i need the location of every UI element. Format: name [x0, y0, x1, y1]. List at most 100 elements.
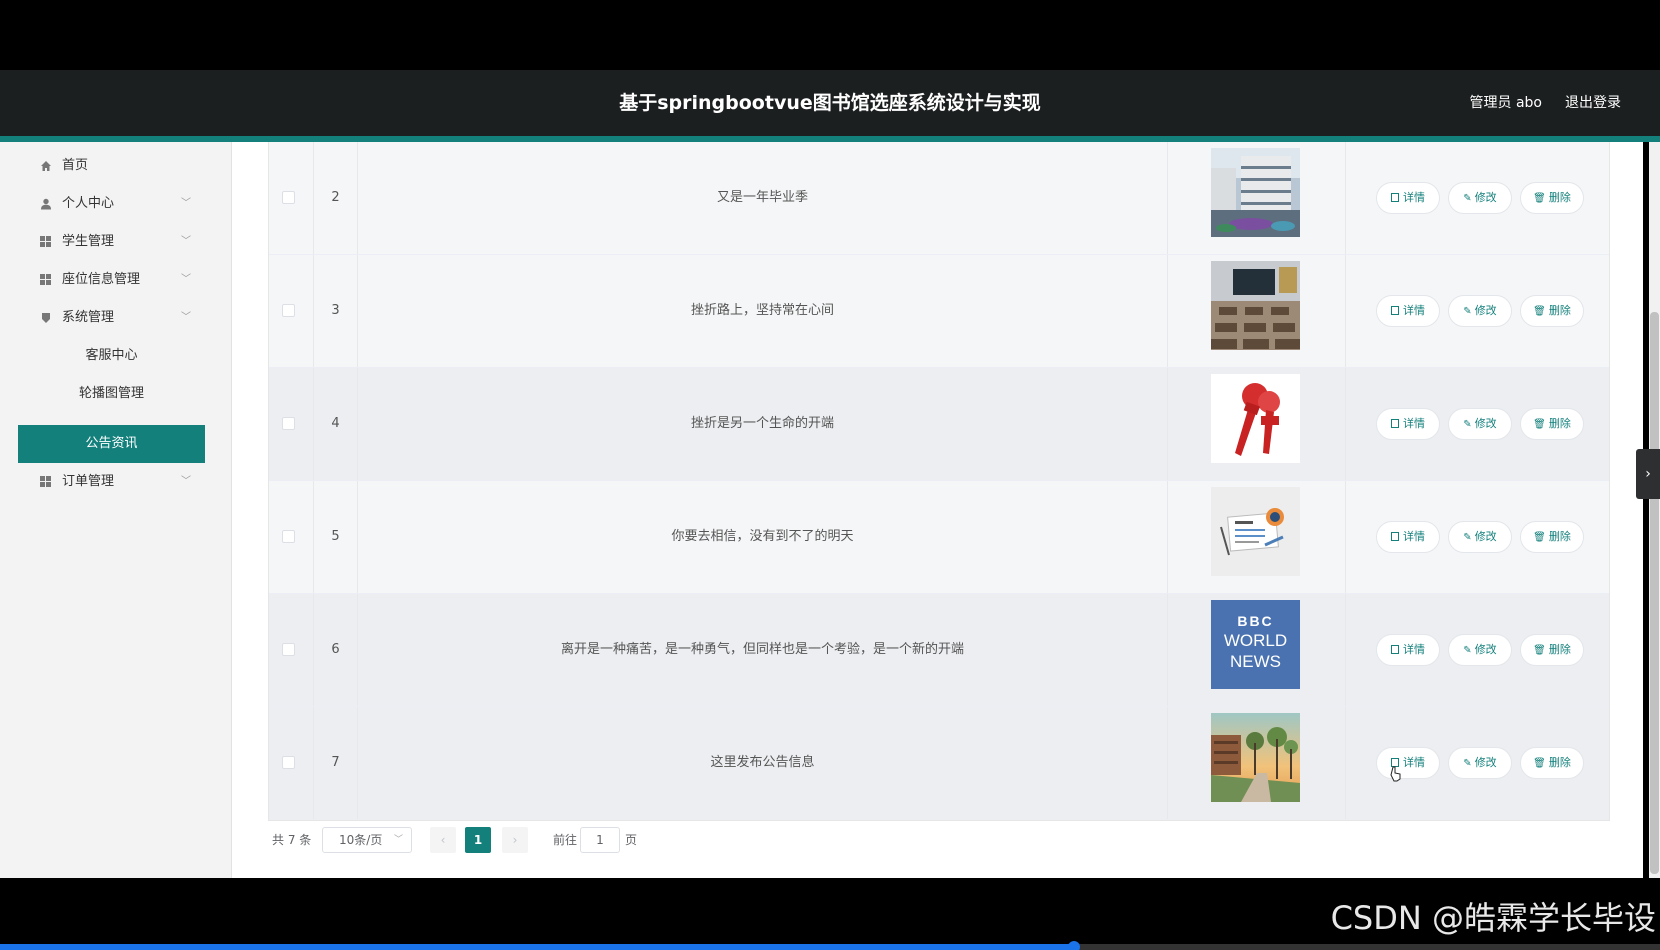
edit-button[interactable]: ✎ 修改: [1448, 295, 1512, 327]
detail-button[interactable]: 详情: [1376, 408, 1440, 440]
row-checkbox-cell: [269, 142, 314, 254]
scrollbar-thumb[interactable]: [1650, 312, 1659, 874]
page-size-value: 10条/页: [339, 833, 383, 847]
mouse-pointer-icon: [1390, 766, 1402, 782]
side-panel-toggle[interactable]: ›: [1636, 449, 1660, 499]
row-checkbox[interactable]: [282, 756, 295, 769]
classroom-image: [1211, 261, 1300, 350]
delete-button[interactable]: 🗑 删除: [1520, 408, 1584, 440]
main-content: 2 又是一年毕业季 详情 ✎ 修改 🗑 删除 3 挫折路上，坚持常在心间 详情 …: [232, 142, 1643, 878]
detail-button[interactable]: 详情: [1376, 182, 1440, 214]
goto-page-input[interactable]: [580, 827, 620, 853]
row-title: 你要去相信，没有到不了的明天: [358, 481, 1168, 593]
submenu-item-customer-service[interactable]: 客服中心: [18, 337, 205, 375]
screen: 基于springbootvue图书馆选座系统设计与实现 管理员 abo 退出登录…: [0, 0, 1660, 950]
edit-label: 修改: [1474, 191, 1497, 204]
grid-icon: [40, 476, 52, 488]
submenu-item-carousel[interactable]: 轮播图管理: [18, 375, 205, 413]
submenu-item-announcements[interactable]: 公告资讯: [18, 425, 205, 463]
row-checkbox[interactable]: [282, 530, 295, 543]
edit-button[interactable]: ✎ 修改: [1448, 408, 1512, 440]
sidebar-item-seat-management[interactable]: 座位信息管理 ﹀: [18, 261, 205, 299]
bbc-logo-text: BBC: [1237, 613, 1274, 629]
news-logo-text: NEWS: [1230, 652, 1281, 671]
detail-button[interactable]: 详情: [1376, 521, 1440, 553]
video-progress-knob[interactable]: [1068, 941, 1081, 950]
grid-icon: [40, 236, 52, 248]
detail-button[interactable]: 详情: [1376, 295, 1440, 327]
detail-label: 详情: [1403, 756, 1425, 769]
sidebar-item-student-management[interactable]: 学生管理 ﹀: [18, 223, 205, 261]
delete-button[interactable]: 🗑 删除: [1520, 182, 1584, 214]
sidebar-item-personal-center[interactable]: 个人中心 ﹀: [18, 185, 205, 223]
detail-label: 详情: [1403, 304, 1425, 317]
world-logo-text: WORLD: [1223, 631, 1288, 650]
chevron-left-icon: ‹: [440, 833, 446, 847]
row-actions: 详情 ✎ 修改 🗑 删除: [1346, 594, 1609, 706]
video-progress-bar[interactable]: [0, 941, 1660, 950]
app-header: 基于springbootvue图书馆选座系统设计与实现 管理员 abo 退出登录: [0, 70, 1660, 136]
row-actions: 详情 ✎ 修改 🗑 删除: [1346, 142, 1609, 254]
prev-page-button[interactable]: ‹: [430, 827, 456, 853]
row-image-cell: [1168, 368, 1346, 480]
row-checkbox[interactable]: [282, 643, 295, 656]
edit-button[interactable]: ✎ 修改: [1448, 521, 1512, 553]
delete-button[interactable]: 🗑 删除: [1520, 634, 1584, 666]
row-index: 4: [314, 368, 358, 480]
table-row: 5 你要去相信，没有到不了的明天 详情 ✎ 修改 🗑 删除: [269, 481, 1609, 594]
row-checkbox[interactable]: [282, 417, 295, 430]
sidebar-item-label: 订单管理: [62, 474, 115, 489]
chevron-down-icon: ﹀: [181, 236, 191, 247]
edit-button[interactable]: ✎ 修改: [1448, 747, 1512, 779]
document-icon: [1391, 419, 1399, 428]
row-checkbox-cell: [269, 255, 314, 367]
edit-label: 修改: [1474, 756, 1497, 769]
csdn-watermark: CSDN @皓霖学长毕设: [1330, 899, 1656, 937]
row-image-cell: [1168, 255, 1346, 367]
trash-icon: 🗑: [1533, 532, 1546, 543]
pagination-total: 共 7 条: [272, 833, 312, 847]
campus-sunset-image: [1211, 713, 1300, 802]
chevron-down-icon: ﹀: [181, 274, 191, 285]
delete-label: 删除: [1548, 304, 1571, 317]
delete-label: 删除: [1548, 191, 1571, 204]
delete-button[interactable]: 🗑 删除: [1520, 747, 1584, 779]
current-page-button[interactable]: 1: [465, 827, 491, 853]
logout-link[interactable]: 退出登录: [1565, 70, 1621, 136]
table-row: 4 挫折是另一个生命的开端 详情 ✎ 修改 🗑 删除: [269, 368, 1609, 481]
row-actions: 详情 ✎ 修改 🗑 删除: [1346, 255, 1609, 367]
row-checkbox[interactable]: [282, 304, 295, 317]
document-icon: [1391, 193, 1399, 202]
pencil-icon: ✎: [1463, 532, 1472, 543]
sidebar-item-home[interactable]: 首页: [18, 147, 205, 185]
next-page-button[interactable]: ›: [502, 827, 528, 853]
row-image-cell: BBC WORLD NEWS: [1168, 594, 1346, 706]
delete-label: 删除: [1548, 417, 1571, 430]
sidebar-item-system-management[interactable]: 系统管理 ﹀: [18, 299, 205, 337]
table-row: 3 挫折路上，坚持常在心间 详情 ✎ 修改 🗑 删除: [269, 255, 1609, 368]
edit-label: 修改: [1474, 304, 1497, 317]
user-icon: [40, 198, 52, 210]
edit-button[interactable]: ✎ 修改: [1448, 182, 1512, 214]
page-size-select[interactable]: 10条/页 ﹀: [322, 827, 412, 853]
row-actions: 详情 ✎ 修改 🗑 删除: [1346, 481, 1609, 593]
delete-button[interactable]: 🗑 删除: [1520, 295, 1584, 327]
detail-button[interactable]: 详情: [1376, 747, 1440, 779]
detail-button[interactable]: 详情: [1376, 634, 1440, 666]
newspaper-image: [1211, 487, 1300, 576]
sidebar-item-order-management[interactable]: 订单管理 ﹀: [18, 463, 205, 501]
row-checkbox-cell: [269, 594, 314, 706]
sidebar-menu: 首页 个人中心 ﹀ 学生管理 ﹀ 座位信息管理 ﹀ 系统管理 ﹀ 客服中心 轮播…: [0, 142, 232, 878]
row-actions: 详情 ✎ 修改 🗑 删除: [1346, 707, 1609, 819]
table-row: 2 又是一年毕业季 详情 ✎ 修改 🗑 删除: [269, 142, 1609, 255]
edit-button[interactable]: ✎ 修改: [1448, 634, 1512, 666]
sidebar-item-label: 学生管理: [62, 234, 115, 249]
delete-button[interactable]: 🗑 删除: [1520, 521, 1584, 553]
sidebar-item-label: 系统管理: [62, 310, 115, 325]
chevron-right-icon: ›: [1645, 466, 1651, 482]
row-checkbox-cell: [269, 481, 314, 593]
detail-label: 详情: [1403, 530, 1425, 543]
row-title: 挫折路上，坚持常在心间: [358, 255, 1168, 367]
row-index: 2: [314, 142, 358, 254]
row-checkbox[interactable]: [282, 191, 295, 204]
